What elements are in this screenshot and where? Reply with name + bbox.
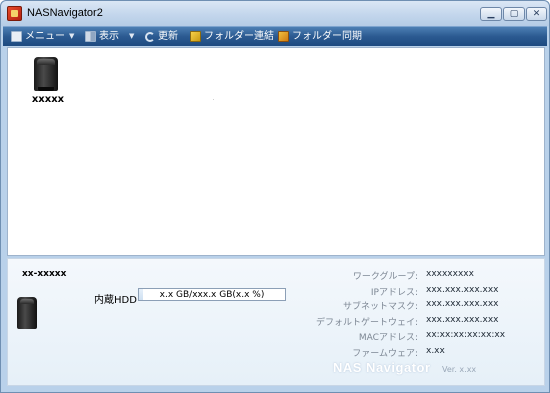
refresh-button[interactable]: 更新: [145, 27, 178, 46]
refresh-button-label: 更新: [158, 31, 178, 42]
app-window: NASNavigator2 ▁ ▢ ✕ メニュー ▼ 表示 ▼ 更新 フォルダー…: [0, 0, 550, 393]
info-workgroup: ワークグループ: xxxxxxxxx: [308, 269, 538, 283]
view-button[interactable]: 表示 ▼: [85, 27, 134, 46]
info-default-gateway: デフォルトゲートウェイ: xxx.xxx.xxx.xxx: [308, 315, 538, 329]
brand-logo: NAS Navigator: [333, 360, 431, 375]
view-button-label: 表示: [99, 31, 119, 42]
device-label[interactable]: xxxxx: [26, 94, 70, 105]
info-ip-address: IPアドレス: xxx.xxx.xxx.xxx: [308, 285, 538, 299]
info-label: サブネットマスク:: [342, 302, 418, 312]
info-value: xxx.xxx.xxx.xxx: [426, 299, 499, 309]
stray-dot: [213, 99, 214, 100]
window-title: NASNavigator2: [27, 7, 103, 19]
folder-sync-icon: [278, 31, 289, 42]
folder-sync-button[interactable]: フォルダー同期: [278, 27, 362, 46]
info-label: MACアドレス:: [358, 333, 418, 343]
version-text: Ver. x.xx: [442, 365, 477, 374]
device-name: xx-xxxxx: [22, 269, 67, 279]
info-label: IPアドレス:: [370, 288, 418, 298]
info-value: x.xx: [426, 346, 445, 356]
nas-drive-icon: [17, 297, 37, 329]
info-mac-address: MACアドレス: xx:xx:xx:xx:xx:xx: [308, 330, 538, 344]
info-label: ワークグループ:: [352, 272, 418, 282]
info-value: xxxxxxxxx: [426, 269, 474, 279]
close-button[interactable]: ✕: [526, 7, 547, 21]
minimize-button[interactable]: ▁: [480, 7, 502, 21]
view-icon: [85, 31, 96, 42]
title-bar[interactable]: NASNavigator2 ▁ ▢ ✕: [1, 1, 549, 26]
refresh-icon: [145, 31, 155, 42]
menu-button-label: メニュー: [25, 31, 65, 42]
hdd-usage-text: x.x GB/xxx.x GB(x.x %): [159, 290, 265, 300]
folder-sync-label: フォルダー同期: [292, 31, 362, 42]
hdd-usage-bar: x.x GB/xxx.x GB(x.x %): [138, 288, 286, 301]
info-label: デフォルトゲートウェイ:: [315, 318, 418, 328]
chevron-down-icon: ▼: [129, 32, 135, 40]
info-subnet-mask: サブネットマスク: xxx.xxx.xxx.xxx: [308, 299, 538, 313]
info-value: xx:xx:xx:xx:xx:xx: [426, 330, 506, 340]
info-label: ファームウェア:: [352, 349, 418, 359]
folder-link-label: フォルダー連結: [204, 31, 274, 42]
menu-button[interactable]: メニュー ▼: [11, 27, 74, 46]
info-firmware: ファームウェア: x.xx: [308, 346, 538, 360]
folder-link-button[interactable]: フォルダー連結: [190, 27, 274, 46]
app-icon[interactable]: [7, 6, 22, 21]
device-list-area[interactable]: xxxxx: [7, 47, 545, 256]
chevron-down-icon: ▼: [69, 32, 75, 40]
document-icon: [11, 31, 22, 42]
info-value: xxx.xxx.xxx.xxx: [426, 315, 499, 325]
hdd-label: 内蔵HDD: [94, 295, 137, 306]
device-detail-panel: xx-xxxxx 内蔵HDD x.x GB/xxx.x GB(x.x %) ワー…: [7, 258, 545, 386]
nas-drive-icon[interactable]: [34, 57, 58, 91]
folder-link-icon: [190, 31, 201, 42]
menu-bar: メニュー ▼ 表示 ▼ 更新 フォルダー連結 フォルダー同期: [3, 26, 547, 46]
maximize-button[interactable]: ▢: [503, 7, 525, 21]
info-value: xxx.xxx.xxx.xxx: [426, 285, 499, 295]
